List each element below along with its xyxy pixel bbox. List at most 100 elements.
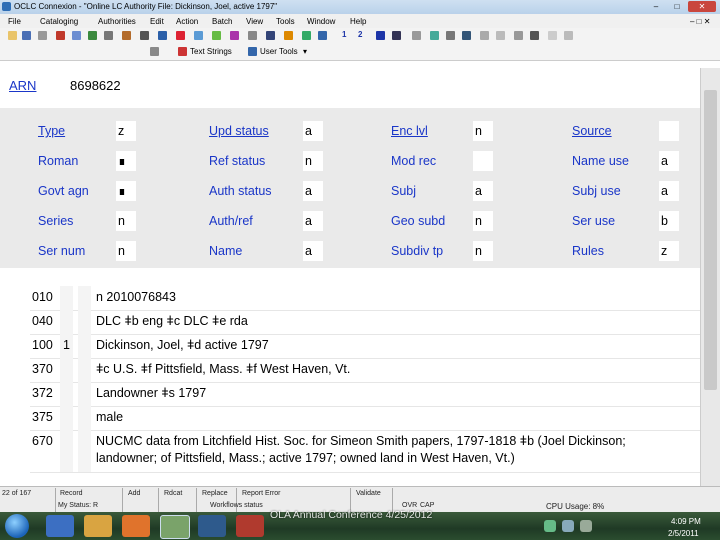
arn-label[interactable]: ARN <box>9 78 36 93</box>
fixed-field-value-0-1[interactable]: a <box>303 121 323 141</box>
tray-network-icon[interactable] <box>544 520 556 532</box>
tray-volume-icon[interactable] <box>562 520 574 532</box>
browse-icon[interactable] <box>122 31 131 40</box>
flag-icon[interactable] <box>176 31 185 40</box>
fixed-field-value-4-0[interactable]: n <box>116 241 136 261</box>
fixed-field-value-1-2[interactable] <box>473 151 493 171</box>
fixed-field-value-0-0[interactable]: z <box>116 121 136 141</box>
variable-field-row[interactable]: 670 NUCMC data from Litchfield Hist. Soc.… <box>30 430 700 473</box>
fixed-field-value-4-3[interactable]: z <box>659 241 679 261</box>
list-icon[interactable] <box>140 31 149 40</box>
maximize-button[interactable]: □ <box>667 1 687 12</box>
menu-cataloging[interactable]: Cataloging <box>40 17 78 26</box>
variable-field-row[interactable]: 010 n 2010076843 <box>30 286 700 311</box>
fixed-field-value-4-2[interactable]: n <box>473 241 493 261</box>
prev-record-icon[interactable] <box>318 31 327 40</box>
indicator-2-cell[interactable] <box>78 286 91 310</box>
insert-icon[interactable] <box>248 31 257 40</box>
field-tag[interactable]: 372 <box>32 386 53 400</box>
variable-field-row[interactable]: 372 Landowner ǂs 1797 <box>30 382 700 407</box>
indicator-2-cell[interactable] <box>78 430 91 472</box>
fixed-field-label-0-3[interactable]: Source <box>572 124 612 138</box>
indicator-2-cell[interactable] <box>78 406 91 430</box>
fixed-field-value-4-1[interactable]: a <box>303 241 323 261</box>
fixed-field-label-0-2[interactable]: Enc lvl <box>391 124 428 138</box>
blank-icon[interactable] <box>548 31 557 40</box>
start-button-icon[interactable] <box>5 514 29 538</box>
fixed-field-value-1-1[interactable]: n <box>303 151 323 171</box>
clock-time[interactable]: 4:09 PM <box>671 517 701 526</box>
fixed-field-value-2-1[interactable]: a <box>303 181 323 201</box>
refresh-icon[interactable] <box>430 31 439 40</box>
indicator-1-cell[interactable] <box>60 358 73 382</box>
field-data[interactable]: Landowner ǂs 1797 <box>96 386 206 400</box>
copy-icon[interactable] <box>72 31 81 40</box>
field-tag[interactable]: 100 <box>32 338 53 352</box>
user-tools-icon[interactable] <box>248 47 257 56</box>
firefox-taskbar-icon[interactable] <box>122 515 150 537</box>
fixed-field-value-3-3[interactable]: b <box>659 211 679 231</box>
fixed-field-value-3-0[interactable]: n <box>116 211 136 231</box>
clock-date[interactable]: 2/5/2011 <box>668 529 699 538</box>
field-tag[interactable]: 040 <box>32 314 53 328</box>
variable-field-row[interactable]: 375 male <box>30 406 700 431</box>
field-tag[interactable]: 370 <box>32 362 53 376</box>
user-tools-button[interactable]: User Tools <box>260 47 298 56</box>
variable-field-row[interactable]: 040 DLC ǂb eng ǂc DLC ǂe rda <box>30 310 700 335</box>
field-data[interactable]: DLC ǂb eng ǂc DLC ǂe rda <box>96 314 248 328</box>
fixed-field-value-1-3[interactable]: a <box>659 151 679 171</box>
explorer-taskbar-icon[interactable] <box>84 515 112 537</box>
user-tools-dropdown-icon[interactable]: ▾ <box>303 47 307 56</box>
control-headings-icon[interactable] <box>230 31 239 40</box>
menu-file[interactable]: File <box>8 17 21 26</box>
blank2-icon[interactable] <box>564 31 573 40</box>
search-icon[interactable] <box>104 31 113 40</box>
fixed-field-value-2-2[interactable]: a <box>473 181 493 201</box>
link-icon[interactable] <box>150 47 159 56</box>
fixed-field-value-0-3[interactable] <box>659 121 679 141</box>
child-window-controls[interactable]: – □ ✕ <box>690 17 710 26</box>
menu-view[interactable]: View <box>246 17 263 26</box>
validate-icon[interactable] <box>194 31 203 40</box>
indicator-1-cell[interactable] <box>60 406 73 430</box>
indicator-2-cell[interactable] <box>78 382 91 406</box>
tray-power-icon[interactable] <box>580 520 592 532</box>
field-data[interactable]: Dickinson, Joel, ǂd active 1797 <box>96 338 269 352</box>
indicator-1-cell[interactable] <box>60 286 73 310</box>
edit-icon[interactable] <box>158 31 167 40</box>
settings-icon[interactable] <box>462 31 471 40</box>
field-tag[interactable]: 375 <box>32 410 53 424</box>
title-bar[interactable]: OCLC Connexion - "Online LC Authority Fi… <box>0 0 720 14</box>
connexion-taskbar-icon[interactable] <box>160 515 190 539</box>
toolbar-number-1[interactable]: 1 <box>342 30 346 39</box>
delete-icon[interactable] <box>56 31 65 40</box>
menu-window[interactable]: Window <box>307 17 335 26</box>
copy2-icon[interactable] <box>496 31 505 40</box>
save-icon[interactable] <box>22 31 31 40</box>
scrollbar-thumb[interactable] <box>704 90 717 390</box>
menu-batch[interactable]: Batch <box>212 17 232 26</box>
next-record-icon[interactable] <box>302 31 311 40</box>
paste-icon[interactable] <box>88 31 97 40</box>
field-tag[interactable]: 670 <box>32 434 53 448</box>
navigate-icon[interactable] <box>266 31 275 40</box>
document-icon[interactable] <box>530 31 539 40</box>
indicator-1-cell[interactable] <box>60 310 73 334</box>
field-data[interactable]: landowner; of Pittsfield, Mass.; active … <box>96 451 515 465</box>
fixed-field-label-0-1[interactable]: Upd status <box>209 124 269 138</box>
field-data[interactable]: ǂc U.S. ǂf Pittsfield, Mass. ǂf West Hav… <box>96 362 350 376</box>
print-icon[interactable] <box>38 31 47 40</box>
acrobat-taskbar-icon[interactable] <box>236 515 264 537</box>
menu-tools[interactable]: Tools <box>276 17 295 26</box>
indicator-2-cell[interactable] <box>78 358 91 382</box>
history-icon[interactable] <box>446 31 455 40</box>
fixed-field-value-3-2[interactable]: n <box>473 211 493 231</box>
field-data[interactable]: n 2010076843 <box>96 290 176 304</box>
ra-icon[interactable] <box>392 31 401 40</box>
word-taskbar-icon[interactable] <box>198 515 226 537</box>
fixed-field-value-3-1[interactable]: a <box>303 211 323 231</box>
fixed-field-value-2-3[interactable]: a <box>659 181 679 201</box>
field-data[interactable]: male <box>96 410 123 424</box>
indicator-2-cell[interactable] <box>78 310 91 334</box>
fixed-field-value-0-2[interactable]: n <box>473 121 493 141</box>
